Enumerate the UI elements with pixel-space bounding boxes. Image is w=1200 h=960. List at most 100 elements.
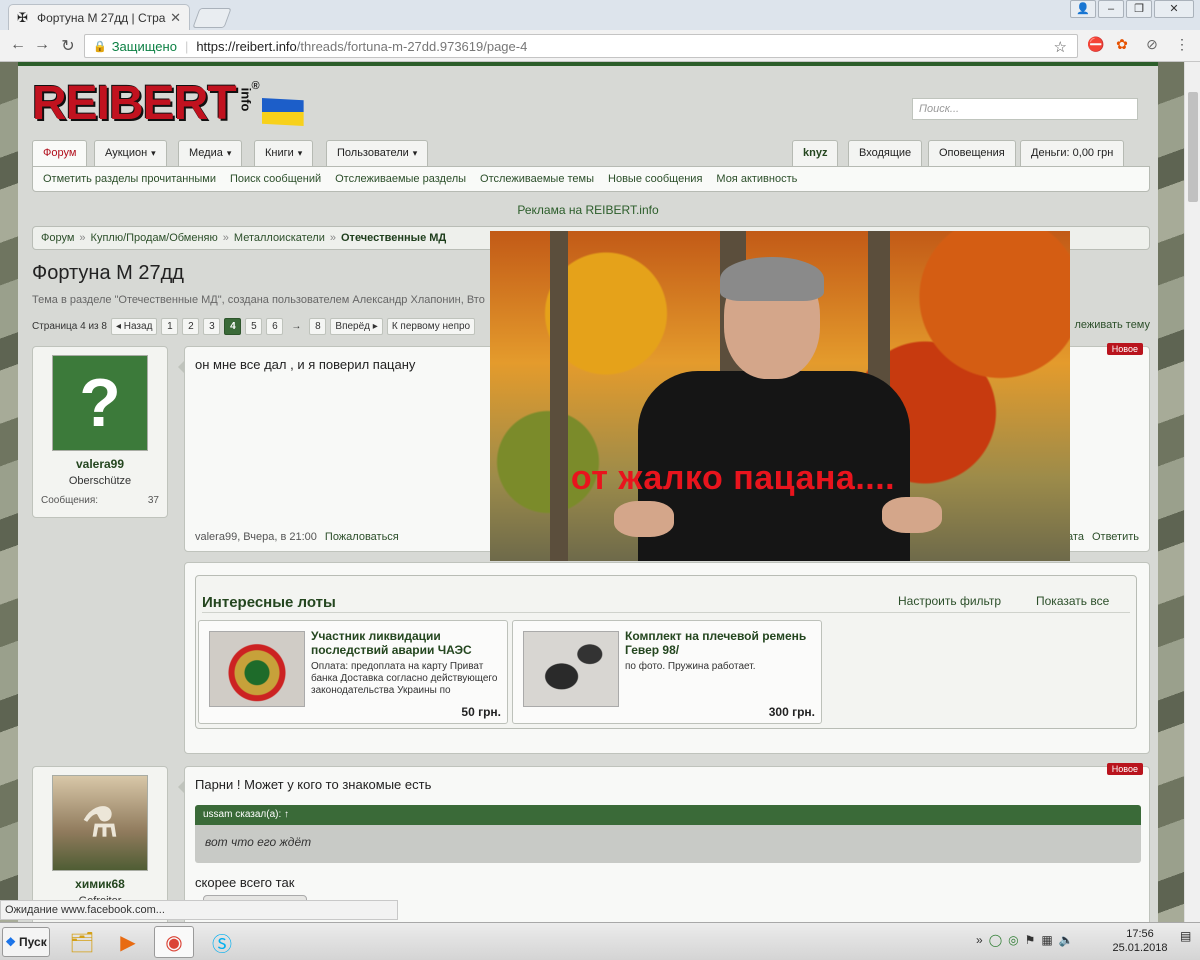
file-explorer-icon[interactable]: 🗂: [62, 926, 102, 958]
browser-status-bar: Ожидание www.facebook.com...: [0, 900, 398, 920]
tab-user-knyz[interactable]: knyz: [792, 140, 839, 166]
tray-app-icon[interactable]: ◎: [1008, 933, 1018, 947]
user-title: Oberschütze: [68, 475, 132, 487]
media-player-icon[interactable]: ▶: [108, 926, 148, 958]
sub-navigation: Отметить разделы прочитанными Поиск сооб…: [32, 166, 1150, 192]
next-page-button[interactable]: Вперёд ▸: [330, 317, 383, 335]
system-clock[interactable]: 17:56 25.01.2018: [1110, 927, 1170, 955]
minimize-button[interactable]: –: [1098, 0, 1124, 18]
subnav-watched-forums[interactable]: Отслеживаемые разделы: [335, 173, 466, 185]
close-window-button[interactable]: ✕: [1154, 0, 1194, 18]
page-scrollbar[interactable]: [1184, 62, 1200, 922]
pagination: Страница 4 из 8 ◂ Назад 1 2 3 4 5 6 → 8 …: [32, 317, 476, 335]
volume-icon[interactable]: 🔈: [1059, 933, 1074, 947]
user-profile-button[interactable]: 👤: [1070, 0, 1096, 18]
filter-link[interactable]: Настроить фильтр: [898, 594, 1001, 608]
page-link[interactable]: 8: [309, 317, 327, 335]
start-button[interactable]: ❖ Пуск: [2, 927, 50, 957]
video-popup[interactable]: от жалко пацана....: [490, 231, 1070, 561]
chevron-down-icon: ▾: [226, 148, 232, 158]
subnav-new-posts[interactable]: Новые сообщения: [608, 173, 702, 185]
tab-inbox[interactable]: Входящие: [848, 140, 923, 166]
scrollbar-thumb[interactable]: [1188, 92, 1198, 202]
advertising-link[interactable]: Реклама на REIBERT.info: [18, 203, 1158, 217]
show-hidden-icons[interactable]: »: [976, 933, 983, 947]
window-controls: 👤 – ❐ ✕: [1070, 0, 1194, 18]
tab-money[interactable]: Деньги: 0,00 грн: [1020, 140, 1125, 166]
chrome-icon[interactable]: ◉: [154, 926, 194, 958]
breadcrumb-item[interactable]: Форум: [41, 232, 74, 244]
presenter-hand: [882, 497, 942, 533]
address-toolbar: ← → ↻ 🔒 Защищено | https://reibert.info …: [0, 30, 1200, 62]
avatar[interactable]: ?: [52, 355, 148, 451]
breadcrumb-item[interactable]: Металлоискатели: [234, 232, 325, 244]
tab-auction[interactable]: Аукцион ▾: [94, 140, 167, 166]
thread-meta: Тема в разделе "Отечественные МД", созда…: [32, 294, 485, 306]
new-badge: Новое: [1106, 763, 1143, 775]
lot-card[interactable]: Участник ликвидации последствий аварии Ч…: [198, 620, 508, 724]
lot-title[interactable]: Комплект на плечевой ремень Гевер 98/: [625, 629, 815, 657]
extension-icon[interactable]: ✿: [1112, 36, 1132, 53]
reply-link[interactable]: Ответить: [1092, 531, 1139, 543]
page-link[interactable]: 5: [245, 317, 263, 335]
address-bar[interactable]: 🔒 Защищено | https://reibert.info /threa…: [84, 34, 1078, 58]
extension-adblock-icon[interactable]: ⛔: [1086, 36, 1106, 53]
prev-page-button[interactable]: ◂ Назад: [110, 317, 158, 335]
page-skip-arrow[interactable]: →: [291, 321, 301, 332]
site-logo[interactable]: REIBERT info ®: [32, 80, 304, 132]
search-input[interactable]: Поиск...: [912, 98, 1138, 120]
lock-icon: 🔒: [93, 40, 107, 53]
new-tab-button[interactable]: [192, 8, 232, 28]
browser-tab-strip: ✠ Фортуна М 27дд | Стран ✕ 👤 – ❐ ✕: [0, 0, 1200, 30]
close-tab-icon[interactable]: ✕: [170, 10, 181, 26]
tab-books[interactable]: Книги ▾: [254, 140, 314, 166]
breadcrumb-item[interactable]: Куплю/Продам/Обменяю: [91, 232, 218, 244]
video-caption: от жалко пацана....: [570, 459, 896, 497]
browser-tab[interactable]: ✠ Фортуна М 27дд | Стран ✕: [8, 4, 190, 30]
tray-app-icon[interactable]: ◯: [989, 933, 1002, 947]
avatar[interactable]: ⚗: [52, 775, 148, 871]
page-link[interactable]: 6: [266, 317, 284, 335]
lot-image-buckles[interactable]: [523, 631, 619, 707]
forward-icon[interactable]: →: [32, 36, 52, 54]
breadcrumb-current[interactable]: Отечественные МД: [341, 232, 446, 244]
extension-sync-icon[interactable]: ⊘: [1142, 36, 1162, 53]
menu-icon[interactable]: ⋮: [1172, 36, 1192, 53]
username[interactable]: valera99: [33, 457, 167, 471]
reload-icon[interactable]: ↻: [58, 36, 78, 56]
tab-alerts[interactable]: Оповещения: [928, 140, 1016, 166]
skype-icon[interactable]: Ⓢ: [202, 926, 242, 958]
maximize-button[interactable]: ❐: [1126, 0, 1152, 18]
subnav-my-activity[interactable]: Моя активность: [716, 173, 797, 185]
subnav-watched-threads[interactable]: Отслеживаемые темы: [480, 173, 594, 185]
user-info: ? valera99 Oberschütze Сообщения: 37: [32, 346, 168, 518]
page-link[interactable]: 2: [182, 317, 200, 335]
show-all-link[interactable]: Показать все: [1036, 594, 1109, 608]
back-icon[interactable]: ←: [8, 36, 28, 54]
action-center-flag-icon[interactable]: ⚑: [1025, 933, 1036, 947]
lot-title[interactable]: Участник ликвидации последствий аварии Ч…: [311, 629, 501, 657]
tab-forum[interactable]: Форум: [32, 140, 88, 166]
page-link[interactable]: 3: [203, 317, 221, 335]
lot-card[interactable]: Комплект на плечевой ремень Гевер 98/ по…: [512, 620, 822, 724]
chevron-down-icon: ▾: [297, 148, 303, 158]
interesting-lots-panel: Интересные лоты Настроить фильтр Показат…: [184, 562, 1150, 754]
network-icon[interactable]: ▦: [1041, 933, 1052, 947]
notification-icon[interactable]: ▤: [1180, 929, 1191, 943]
tab-media[interactable]: Медиа ▾: [178, 140, 243, 166]
post-author-date[interactable]: valera99, Вчера, в 21:00: [195, 531, 317, 543]
subnav-mark-read[interactable]: Отметить разделы прочитанными: [43, 173, 216, 185]
tab-users[interactable]: Пользователи ▾: [326, 140, 429, 166]
lots-title: Интересные лоты: [202, 594, 336, 611]
lot-image-medal[interactable]: [209, 631, 305, 707]
quote-header[interactable]: ussam сказал(а): ↑: [195, 805, 1141, 825]
background-pattern-left: [0, 62, 18, 922]
page-link[interactable]: 1: [161, 317, 179, 335]
first-unread-button[interactable]: К первому непро: [386, 317, 476, 335]
watch-thread-link[interactable]: леживать тему: [1074, 319, 1150, 331]
chevron-down-icon: ▾: [412, 148, 418, 158]
subnav-search-posts[interactable]: Поиск сообщений: [230, 173, 321, 185]
report-link[interactable]: Пожаловаться: [325, 531, 399, 543]
bookmark-star-icon[interactable]: ☆: [1054, 38, 1067, 56]
username[interactable]: химик68: [33, 877, 167, 891]
